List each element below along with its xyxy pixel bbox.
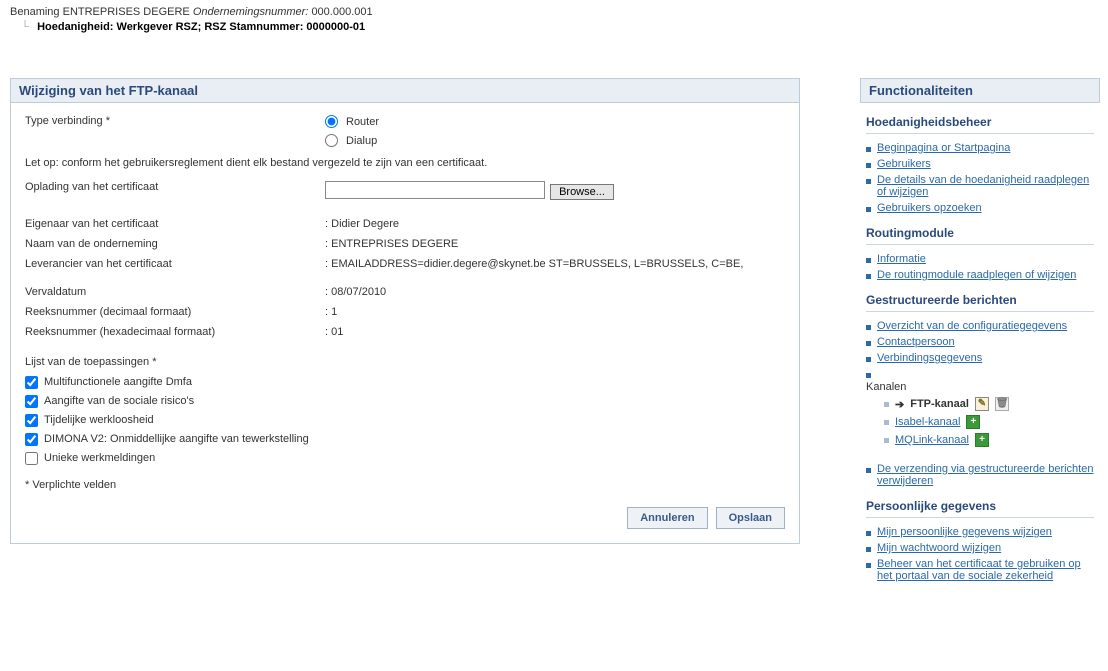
upload-label: Oplading van het certificaat <box>25 181 325 193</box>
checkbox-unique-reports-label: Unieke werkmeldingen <box>44 452 155 464</box>
group-personal: Persoonlijke gegevens <box>866 499 1094 513</box>
expiry-label: Vervaldatum <box>25 286 325 298</box>
upload-input[interactable] <box>325 181 545 199</box>
checkbox-dimona-label: DIMONA V2: Onmiddellijke aangifte van te… <box>44 433 309 445</box>
serial-hex-label: Reeksnummer (hexadecimaal formaat) <box>25 326 325 338</box>
supplier-label: Leverancier van het certificaat <box>25 258 325 270</box>
checkbox-dmfa-label: Multifunctionele aangifte Dmfa <box>44 376 192 388</box>
checkbox-temp-unemp[interactable] <box>25 414 38 427</box>
link-contactperson[interactable]: Contactpersoon <box>877 336 955 348</box>
add-icon[interactable]: + <box>975 433 989 447</box>
cancel-button[interactable]: Annuleren <box>627 507 707 529</box>
header-subline: └ Hoedanigheid: Werkgever RSZ; RSZ Stamn… <box>16 18 1098 36</box>
checkbox-dimona[interactable] <box>25 433 38 446</box>
link-personal-data[interactable]: Mijn persoonlijke gegevens wijzigen <box>877 526 1052 538</box>
channel-ftp[interactable]: FTP-kanaal <box>910 398 969 410</box>
link-users[interactable]: Gebruikers <box>877 158 931 170</box>
link-details-hoedanigheid[interactable]: De details van de hoedanigheid raadplege… <box>877 174 1094 198</box>
serial-hex-value: 01 <box>331 326 343 338</box>
link-manage-certificate[interactable]: Beheer van het certificaat te gebruiken … <box>877 558 1094 582</box>
add-icon[interactable]: + <box>966 415 980 429</box>
certificate-note: Let op: conform het gebruikersreglement … <box>25 157 785 169</box>
tree-connector-icon: └ <box>16 18 34 36</box>
serial-dec-label: Reeksnummer (decimaal formaat) <box>25 306 325 318</box>
company-value: ENTREPRISES DEGERE <box>331 238 458 250</box>
link-config-overview[interactable]: Overzicht van de configuratiegegevens <box>877 320 1067 332</box>
save-button[interactable]: Opslaan <box>716 507 785 529</box>
side-panel: Functionaliteiten Hoedanigheidsbeheer Be… <box>860 78 1100 602</box>
checkbox-dmfa[interactable] <box>25 376 38 389</box>
apps-label: Lijst van de toepassingen * <box>25 356 785 368</box>
company-label: Naam van de onderneming <box>25 238 325 250</box>
header-company-name: ENTREPRISES DEGERE <box>63 6 190 18</box>
header-benaming-label: Benaming <box>10 6 60 18</box>
group-routing: Routingmodule <box>866 226 1094 240</box>
link-connection-data[interactable]: Verbindingsgegevens <box>877 352 982 364</box>
link-delete-structured[interactable]: De verzending via gestructureerde berich… <box>877 463 1094 487</box>
required-footnote: * Verplichte velden <box>25 479 785 491</box>
header-ond-label: Ondernemingsnummer: <box>193 6 309 18</box>
serial-dec-value: 1 <box>331 306 337 318</box>
header-hoedanigheid-label: Hoedanigheid: Werkgever RSZ; RSZ Stamnum… <box>37 21 303 33</box>
panel-title: Wijziging van het FTP-kanaal <box>10 78 800 103</box>
header-ond-value: 000.000.001 <box>311 6 372 18</box>
radio-dialup[interactable] <box>325 134 338 147</box>
channel-isabel[interactable]: Isabel-kanaal <box>895 416 960 428</box>
link-search-users[interactable]: Gebruikers opzoeken <box>877 202 982 214</box>
channels-label: Kanalen <box>866 381 906 393</box>
channel-mqlink[interactable]: MQLink-kanaal <box>895 434 969 446</box>
type-connection-label: Type verbinding * <box>25 115 325 127</box>
group-structured: Gestructureerde berichten <box>866 293 1094 307</box>
expiry-value: 08/07/2010 <box>331 286 386 298</box>
arrow-right-icon: ➔ <box>895 398 904 411</box>
checkbox-social-risk-label: Aangifte van de sociale risico's <box>44 395 194 407</box>
delete-icon[interactable]: 🗑 <box>995 397 1009 411</box>
browse-button[interactable]: Browse... <box>550 184 614 200</box>
supplier-value: EMAILADDRESS=didier.degere@skynet.be ST=… <box>331 258 743 270</box>
header-line: Benaming ENTREPRISES DEGERE Ondernemings… <box>10 6 1098 18</box>
edit-icon[interactable]: ✎ <box>975 397 989 411</box>
checkbox-unique-reports[interactable] <box>25 452 38 465</box>
radio-dialup-label: Dialup <box>346 135 377 147</box>
checkbox-temp-unemp-label: Tijdelijke werkloosheid <box>44 414 154 426</box>
header-stamnummer: 0000000-01 <box>306 21 365 33</box>
link-change-password[interactable]: Mijn wachtwoord wijzigen <box>877 542 1001 554</box>
group-hoedanigheid: Hoedanigheidsbeheer <box>866 115 1094 129</box>
radio-router-label: Router <box>346 116 379 128</box>
checkbox-social-risk[interactable] <box>25 395 38 408</box>
link-routing-manage[interactable]: De routingmodule raadplegen of wijzigen <box>877 269 1076 281</box>
owner-value: Didier Degere <box>331 218 399 230</box>
main-panel: Wijziging van het FTP-kanaal Type verbin… <box>10 78 800 602</box>
side-panel-title: Functionaliteiten <box>860 78 1100 103</box>
owner-label: Eigenaar van het certificaat <box>25 218 325 230</box>
link-startpage[interactable]: Beginpagina or Startpagina <box>877 142 1010 154</box>
link-routing-info[interactable]: Informatie <box>877 253 926 265</box>
radio-router[interactable] <box>325 115 338 128</box>
